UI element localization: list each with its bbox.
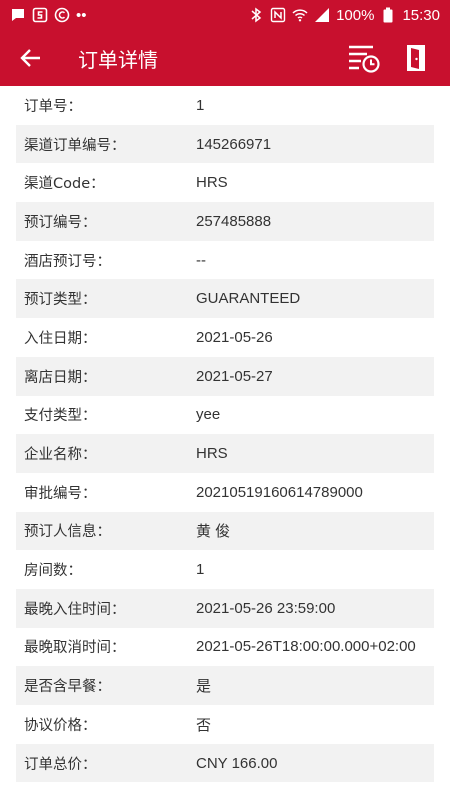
detail-value: CNY 166.00 bbox=[196, 754, 278, 772]
notification-dots: •• bbox=[76, 6, 87, 24]
filter-history-icon bbox=[349, 45, 380, 73]
detail-value: 2021-05-26 bbox=[196, 328, 273, 346]
s-square-icon bbox=[32, 7, 48, 23]
detail-value: 20210519160614789000 bbox=[196, 483, 363, 501]
battery-icon bbox=[380, 7, 396, 23]
detail-row: 协议价格： 否 bbox=[16, 705, 434, 744]
detail-label: 入住日期： bbox=[24, 330, 97, 347]
arrow-left-icon bbox=[20, 49, 40, 67]
app-bar: 订单详情 bbox=[0, 30, 450, 86]
bluetooth-icon bbox=[248, 7, 264, 23]
detail-row: 房间数： 1 bbox=[16, 550, 434, 589]
detail-value: 1 bbox=[196, 561, 205, 579]
detail-label: 订单总价： bbox=[24, 756, 97, 773]
back-button[interactable] bbox=[0, 30, 62, 86]
detail-label: 渠道订单编号： bbox=[24, 137, 126, 154]
circle-c-icon bbox=[54, 7, 70, 23]
detail-row: 预订类型： GUARANTEED bbox=[16, 279, 434, 319]
detail-value: -- bbox=[196, 251, 206, 269]
detail-label: 是否含早餐： bbox=[24, 679, 111, 696]
detail-label: 预订编号： bbox=[24, 214, 97, 231]
detail-label: 协议价格： bbox=[24, 717, 97, 734]
detail-row: 离店日期： 2021-05-27 bbox=[16, 356, 434, 396]
detail-row: 酒店预订号： -- bbox=[16, 241, 434, 280]
exit-button[interactable] bbox=[390, 30, 442, 86]
order-detail-list: 订单号： 1 渠道订单编号： 145266971 渠道Code： HRS 预订编号： 2574… bbox=[0, 86, 450, 800]
detail-label: 最晚取消时间： bbox=[24, 640, 126, 657]
detail-label: 预订人信息： bbox=[24, 524, 111, 541]
detail-label: 订单号： bbox=[24, 98, 82, 115]
wifi-icon bbox=[292, 7, 308, 23]
detail-row: 预订编号： 257485888 bbox=[16, 202, 434, 241]
chat-icon bbox=[10, 7, 26, 23]
detail-label: 企业名称： bbox=[24, 447, 97, 464]
detail-row: 审批编号： 20210519160614789000 bbox=[16, 473, 434, 512]
detail-value: 2021-05-26 23:59:00 bbox=[196, 599, 336, 617]
detail-value: 145266971 bbox=[196, 135, 272, 153]
detail-value: GUARANTEED bbox=[196, 290, 301, 308]
filter-history-button[interactable] bbox=[338, 30, 390, 86]
detail-value: HRS bbox=[196, 174, 228, 192]
detail-label: 酒店预订号： bbox=[24, 253, 111, 270]
detail-value: 1 bbox=[196, 96, 205, 114]
detail-row: 渠道Code： HRS bbox=[16, 163, 434, 202]
detail-row: 订单总价： CNY 166.00 bbox=[16, 743, 434, 783]
detail-value: 257485888 bbox=[196, 212, 272, 230]
detail-row: 支付类型： yee bbox=[16, 396, 434, 435]
detail-row: 渠道订单编号： 145266971 bbox=[16, 124, 434, 164]
detail-value: yee bbox=[196, 406, 221, 424]
page-title: 订单详情 bbox=[78, 47, 158, 72]
battery-percentage: 100% bbox=[336, 6, 375, 24]
detail-value: 黄 俊 bbox=[196, 523, 231, 541]
status-bar-left: •• bbox=[10, 7, 87, 24]
detail-label: 离店日期： bbox=[24, 369, 97, 386]
detail-row: 是否含早餐： 是 bbox=[16, 666, 434, 705]
detail-value: 2021-05-27 bbox=[196, 367, 273, 385]
status-bar-right: 100% 15:30 bbox=[248, 7, 440, 24]
detail-label: 房间数： bbox=[24, 563, 82, 580]
detail-row: 最晚入住时间： 2021-05-26 23:59:00 bbox=[16, 588, 434, 628]
detail-value: 否 bbox=[196, 716, 212, 734]
detail-row: 企业名称： HRS bbox=[16, 434, 434, 473]
detail-label: 渠道Code： bbox=[24, 176, 105, 193]
detail-label: 最晚入住时间： bbox=[24, 601, 126, 618]
detail-row: 预订人信息： 黄 俊 bbox=[16, 511, 434, 551]
nfc-icon bbox=[270, 7, 286, 23]
signal-icon bbox=[314, 7, 330, 23]
detail-label: 预订类型： bbox=[24, 292, 97, 309]
clock: 15:30 bbox=[402, 6, 440, 24]
detail-label: 审批编号： bbox=[24, 485, 97, 502]
detail-row: 最晚取消时间： 2021-05-26T18:00:00.000+02:00 bbox=[16, 628, 434, 667]
detail-row: 订单号： 1 bbox=[16, 86, 434, 125]
detail-value: 2021-05-26T18:00:00.000+02:00 bbox=[196, 638, 416, 656]
detail-value: 是 bbox=[196, 678, 212, 696]
status-bar: •• 100% 15:30 bbox=[0, 0, 450, 30]
detail-label: 支付类型： bbox=[24, 408, 97, 425]
detail-row: 入住日期： 2021-05-26 bbox=[16, 318, 434, 357]
door-exit-icon bbox=[407, 45, 425, 71]
detail-value: HRS bbox=[196, 445, 228, 463]
